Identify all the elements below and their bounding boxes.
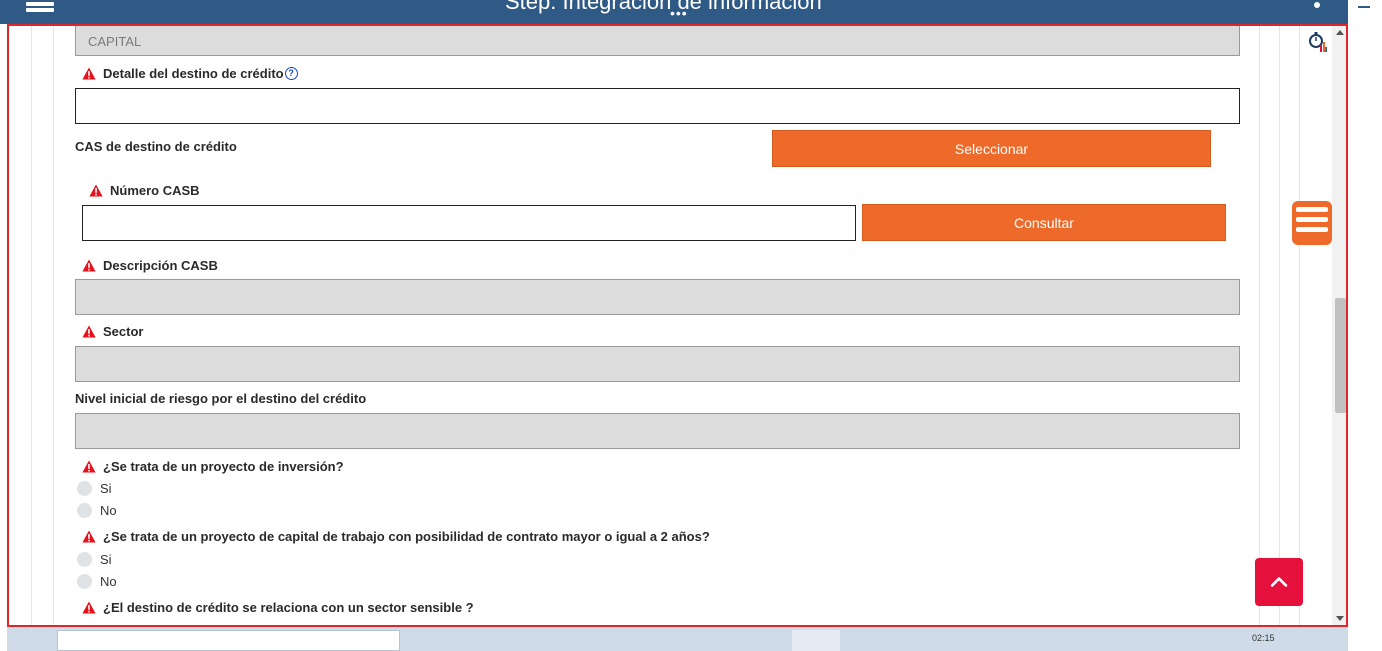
- floating-menu-icon[interactable]: [1292, 201, 1332, 245]
- capital-trabajo-si-option[interactable]: Si: [77, 552, 112, 567]
- scroll-to-top-button[interactable]: [1255, 558, 1303, 606]
- nivel-riesgo-label: Nivel inicial de riesgo por el destino d…: [75, 391, 367, 406]
- capital-trabajo-question: ¿Se trata de un proyecto de capital de t…: [82, 529, 710, 544]
- kebab-menu-icon[interactable]: [1314, 2, 1320, 8]
- warning-triangle-icon: [82, 530, 96, 543]
- taskbar-search-field[interactable]: [57, 630, 400, 651]
- taskbar-clock: 02:15: [1252, 633, 1275, 643]
- capital-trabajo-no-option[interactable]: No: [77, 574, 117, 589]
- timer-chart-icon[interactable]: [1309, 31, 1327, 53]
- descripcion-casb-label: Descripción CASB: [82, 258, 218, 273]
- scroll-up-arrow-icon[interactable]: [1336, 30, 1344, 35]
- radio-button[interactable]: [77, 503, 92, 518]
- form-content: CAPITAL Detalle del destino de crédito ?…: [9, 26, 1346, 625]
- warning-triangle-icon: [82, 259, 96, 272]
- vertical-scrollbar[interactable]: [1332, 26, 1346, 625]
- warning-triangle-icon: [82, 601, 96, 614]
- warning-triangle-icon: [89, 184, 103, 197]
- sector-label: Sector: [82, 324, 143, 339]
- taskbar-item[interactable]: [792, 630, 840, 651]
- warning-triangle-icon: [82, 325, 96, 338]
- numero-casb-label: Número CASB: [89, 183, 200, 198]
- nivel-riesgo-field: [75, 413, 1240, 449]
- taskbar: 02:15: [7, 627, 1348, 651]
- help-circle-icon[interactable]: ?: [284, 67, 298, 80]
- detalle-destino-input[interactable]: [75, 88, 1240, 124]
- consultar-button[interactable]: Consultar: [862, 204, 1226, 241]
- page-title: Step: Integración de información: [505, 0, 822, 14]
- sector-sensible-question: ¿El destino de crédito se relaciona con …: [82, 600, 474, 615]
- scroll-down-arrow-icon[interactable]: [1336, 616, 1344, 621]
- more-options-dots[interactable]: •••: [670, 6, 688, 20]
- destino-capital-field: CAPITAL: [75, 26, 1240, 56]
- cas-destino-label: CAS de destino de crédito: [75, 139, 237, 154]
- app-header: Step: Integración de información •••: [0, 0, 1348, 24]
- detalle-destino-label: Detalle del destino de crédito ?: [82, 66, 298, 81]
- form-viewport: CAPITAL Detalle del destino de crédito ?…: [7, 24, 1348, 627]
- sector-field: [75, 346, 1240, 382]
- proyecto-inversion-si-option[interactable]: Si: [77, 481, 112, 496]
- destino-capital-value: CAPITAL: [88, 33, 142, 49]
- hamburger-menu-icon[interactable]: [26, 0, 54, 12]
- warning-triangle-icon: [82, 460, 96, 473]
- numero-casb-input[interactable]: [82, 205, 856, 241]
- warning-triangle-icon: [82, 67, 96, 80]
- descripcion-casb-field: [75, 279, 1240, 315]
- seleccionar-button[interactable]: Seleccionar: [772, 130, 1211, 167]
- proyecto-inversion-no-option[interactable]: No: [77, 503, 117, 518]
- scrollbar-thumb[interactable]: [1335, 298, 1346, 413]
- radio-button[interactable]: [77, 574, 92, 589]
- radio-button[interactable]: [77, 552, 92, 567]
- minimize-icon[interactable]: [1358, 6, 1370, 8]
- radio-button[interactable]: [77, 481, 92, 496]
- chevron-up-icon: [1270, 577, 1288, 587]
- proyecto-inversion-question: ¿Se trata de un proyecto de inversión?: [82, 459, 344, 474]
